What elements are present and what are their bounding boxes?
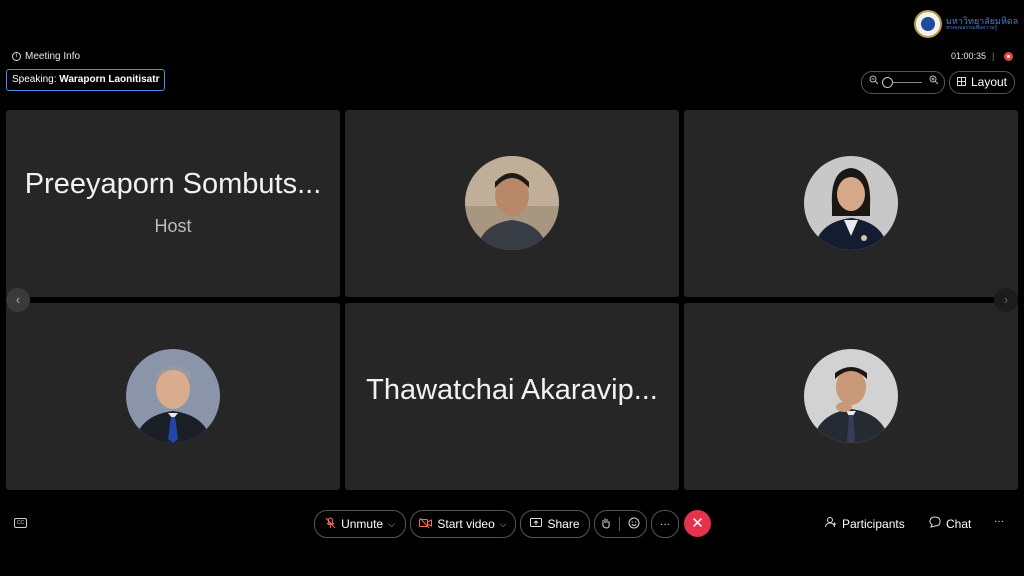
meeting-info-label: Meeting Info [25,51,81,62]
participant-tile[interactable]: Thawatchai Akaravip... [345,303,679,490]
overflow-menu-button[interactable]: ··· [994,516,1004,527]
speaking-name: Waraporn Laonitisatr [59,74,160,85]
recording-indicator-icon[interactable] [1004,52,1013,61]
chat-label: Chat [946,516,972,531]
unmute-label: Unmute [341,517,384,531]
video-off-icon [419,517,433,531]
start-video-label: Start video [437,517,495,531]
participant-name: Preeyaporn Sombuts... [24,168,322,200]
university-seal-icon [914,10,942,38]
end-call-button[interactable]: ✕ [684,510,711,537]
captions-icon[interactable]: CC [14,518,27,528]
chevron-down-icon[interactable]: ⌵ [500,519,507,530]
info-icon: i [12,52,21,61]
logo-text-line2: ทรงคุณธรรมเพื่อความรู้ [946,25,998,32]
share-button[interactable]: Share [520,510,590,538]
speaking-prefix: Speaking: [12,74,57,85]
meeting-info-button[interactable]: i Meeting Info [12,51,80,62]
meeting-timer: 01:00:35 [951,51,987,61]
chevron-left-icon[interactable]: ‹ [6,288,30,312]
zoom-slider[interactable] [861,71,945,94]
chevron-right-icon[interactable]: › [994,288,1018,312]
layout-grid-icon [956,72,966,93]
overflow-label: ··· [994,516,1004,527]
participant-tile[interactable] [684,303,1018,490]
layout-button[interactable]: Layout [949,71,1015,94]
reactions-group [594,510,647,538]
participant-name: Thawatchai Akaravip... [366,374,658,406]
chat-bubble-icon [929,516,941,531]
zoom-out-icon[interactable] [869,75,879,88]
more-label: ··· [660,518,670,530]
divider [619,517,620,531]
raise-hand-icon[interactable] [601,517,611,532]
emoji-reaction-icon[interactable] [628,517,640,532]
unmute-button[interactable]: Unmute ⌵ [314,510,406,538]
participant-avatar [804,156,898,250]
organization-logo: มหาวิทยาลัยมหิดล ทรงคุณธรรมเพื่อความรู้ [914,10,1018,38]
participant-avatar [804,349,898,443]
participant-avatar [126,349,220,443]
participants-label: Participants [842,516,905,531]
chat-button[interactable]: Chat [929,516,971,531]
share-label: Share [547,517,580,531]
participants-button[interactable]: Participants [825,516,905,531]
start-video-button[interactable]: Start video ⌵ [410,510,516,538]
layout-label: Layout [970,75,1008,89]
share-screen-icon [530,517,543,531]
chevron-down-icon[interactable]: ⌵ [388,519,395,530]
participant-avatar [465,156,559,250]
participant-tile[interactable] [684,110,1018,297]
timer-separator: | [992,51,995,61]
mic-muted-icon [325,517,336,532]
zoom-handle[interactable] [882,77,893,88]
participant-tile[interactable] [345,110,679,297]
participant-tile[interactable]: Preeyaporn Sombuts... Host [6,110,340,297]
close-icon: ✕ [691,515,704,532]
zoom-in-icon[interactable] [929,75,939,88]
participant-tile[interactable] [6,303,340,490]
participant-role: Host [154,216,192,236]
more-options-button[interactable]: ··· [651,510,679,538]
participants-icon [825,516,837,531]
active-speaker-indicator: Speaking: Waraporn Laonitisatr [6,69,166,91]
